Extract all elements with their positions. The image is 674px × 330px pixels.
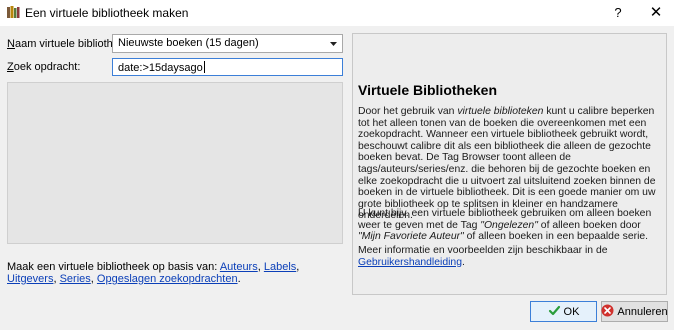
create-based-on-prefix: Maak een virtuele bibliotheek op basis v…: [7, 261, 218, 273]
search-result-area: [7, 82, 343, 244]
link-publishers[interactable]: Uitgevers: [7, 273, 53, 285]
cancel-button[interactable]: Annuleren: [601, 301, 668, 322]
ok-button[interactable]: OK: [530, 301, 597, 322]
checkmark-icon: [548, 304, 561, 320]
window-title: Een virtuele bibliotheek maken: [25, 6, 189, 20]
ok-label: OK: [563, 305, 580, 318]
library-name-combobox[interactable]: Nieuwste boeken (15 dagen): [112, 34, 343, 53]
search-expression-value: date:>15daysago: [118, 62, 203, 74]
dialog-window: Een virtuele bibliotheek maken ? ✕ Naam …: [0, 0, 674, 330]
cancel-icon: [601, 304, 614, 320]
name-label-mnemonic: N: [7, 38, 15, 50]
create-based-on-text: Maak een virtuele bibliotheek op basis v…: [7, 261, 300, 285]
help-title: Virtuele Bibliotheken: [358, 82, 497, 98]
search-label-mnemonic: Z: [7, 61, 14, 73]
books-icon: [6, 5, 20, 19]
cancel-label: Annuleren: [617, 305, 668, 318]
text-caret: [203, 61, 205, 73]
link-series[interactable]: Series: [60, 273, 91, 285]
search-expression-input[interactable]: date:>15daysago: [112, 58, 343, 76]
help-paragraph-2: U kunt bijv. een virtuele bibliotheek ge…: [358, 208, 652, 243]
help-paragraph-3: Meer informatie en voorbeelden zijn besc…: [358, 245, 608, 268]
close-button[interactable]: ✕: [645, 3, 667, 23]
link-saved-searches[interactable]: Opgeslagen zoekopdrachten: [97, 273, 238, 285]
search-expression-label: Zoek opdracht:: [7, 61, 80, 73]
link-tags[interactable]: Labels: [264, 261, 296, 273]
title-bar: Een virtuele bibliotheek maken ? ✕: [0, 0, 674, 26]
help-paragraph-1: Door het gebruik van virtuele biblioteke…: [358, 106, 656, 222]
search-label-rest: oek opdracht:: [13, 61, 81, 73]
help-panel: Virtuele Bibliotheken Door het gebruik v…: [352, 33, 667, 295]
library-name-value: Nieuwste boeken (15 dagen): [118, 37, 259, 49]
create-based-on-suffix: .: [237, 273, 241, 285]
help-button[interactable]: ?: [608, 3, 628, 23]
dropdown-arrow-icon[interactable]: [325, 35, 342, 52]
link-authors[interactable]: Auteurs: [220, 261, 258, 273]
user-manual-link[interactable]: Gebruikershandleiding: [358, 257, 462, 268]
